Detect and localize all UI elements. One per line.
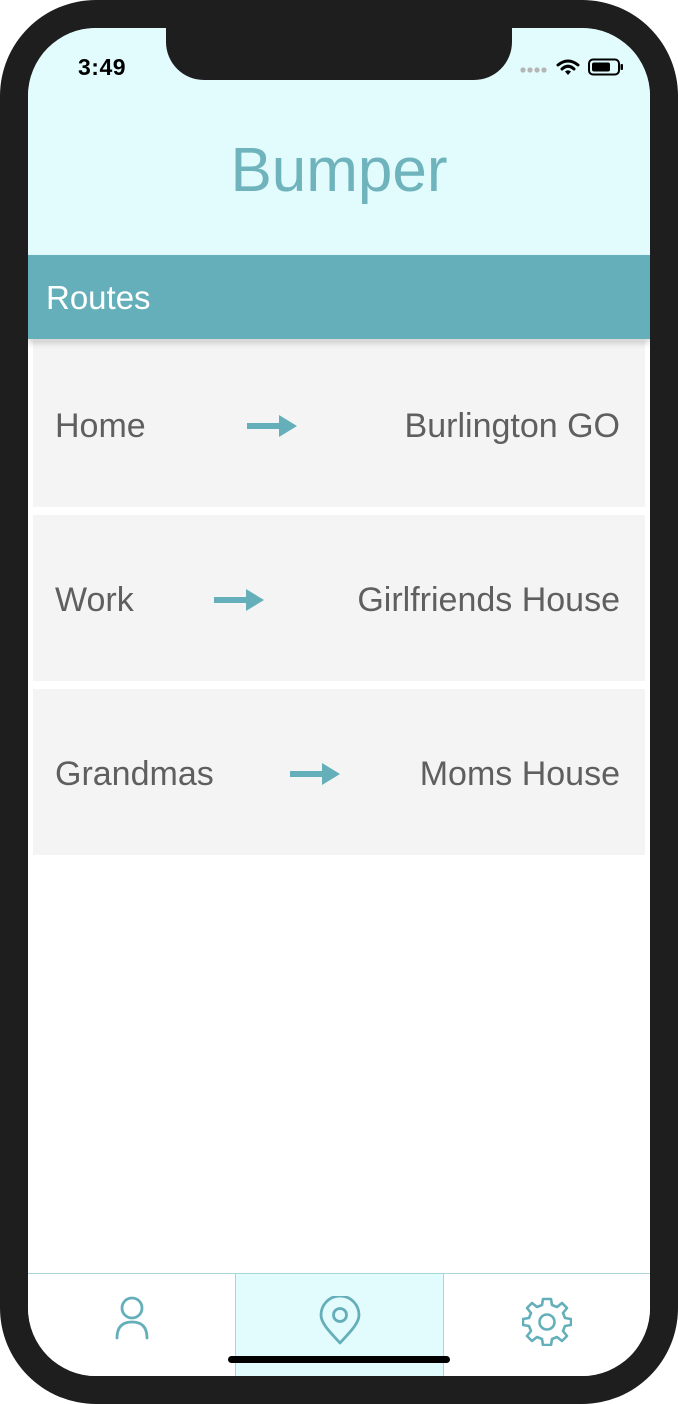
home-indicator[interactable] — [228, 1356, 450, 1363]
arrow-right-icon — [290, 763, 340, 785]
section-title: Routes — [46, 279, 151, 316]
route-list: Home Burlington GO Work Girlfriends Hous… — [33, 341, 645, 863]
gear-icon — [521, 1297, 572, 1346]
status-icons — [520, 58, 624, 81]
route-destination: Girlfriends House — [357, 581, 620, 619]
location-pin-icon — [319, 1296, 360, 1345]
route-card[interactable]: Work Girlfriends House — [33, 515, 645, 681]
status-time: 3:49 — [78, 54, 127, 80]
phone-frame: Bumper 3:49 Routes Home Burlington GO Wo… — [0, 0, 678, 1404]
app-screen: Bumper 3:49 Routes Home Burlington GO Wo… — [28, 28, 650, 1376]
signal-icon — [520, 61, 548, 79]
arrow-right-icon — [214, 589, 264, 611]
route-destination: Moms House — [419, 755, 620, 793]
routes-section-header: Routes — [28, 255, 650, 339]
arrow-right-icon — [247, 415, 297, 437]
tab-settings[interactable] — [443, 1274, 650, 1376]
route-origin: Home — [55, 407, 146, 445]
route-card[interactable]: Home Burlington GO — [33, 341, 645, 507]
route-origin: Work — [55, 581, 134, 619]
route-card[interactable]: Grandmas Moms House — [33, 689, 645, 855]
tab-profile[interactable] — [28, 1274, 235, 1376]
app-title: Bumper — [230, 136, 448, 205]
user-icon — [115, 1296, 148, 1340]
route-origin: Grandmas — [55, 755, 214, 793]
route-destination: Burlington GO — [404, 407, 620, 445]
battery-icon — [588, 58, 624, 81]
device-notch — [166, 28, 512, 80]
wifi-icon — [556, 58, 580, 81]
